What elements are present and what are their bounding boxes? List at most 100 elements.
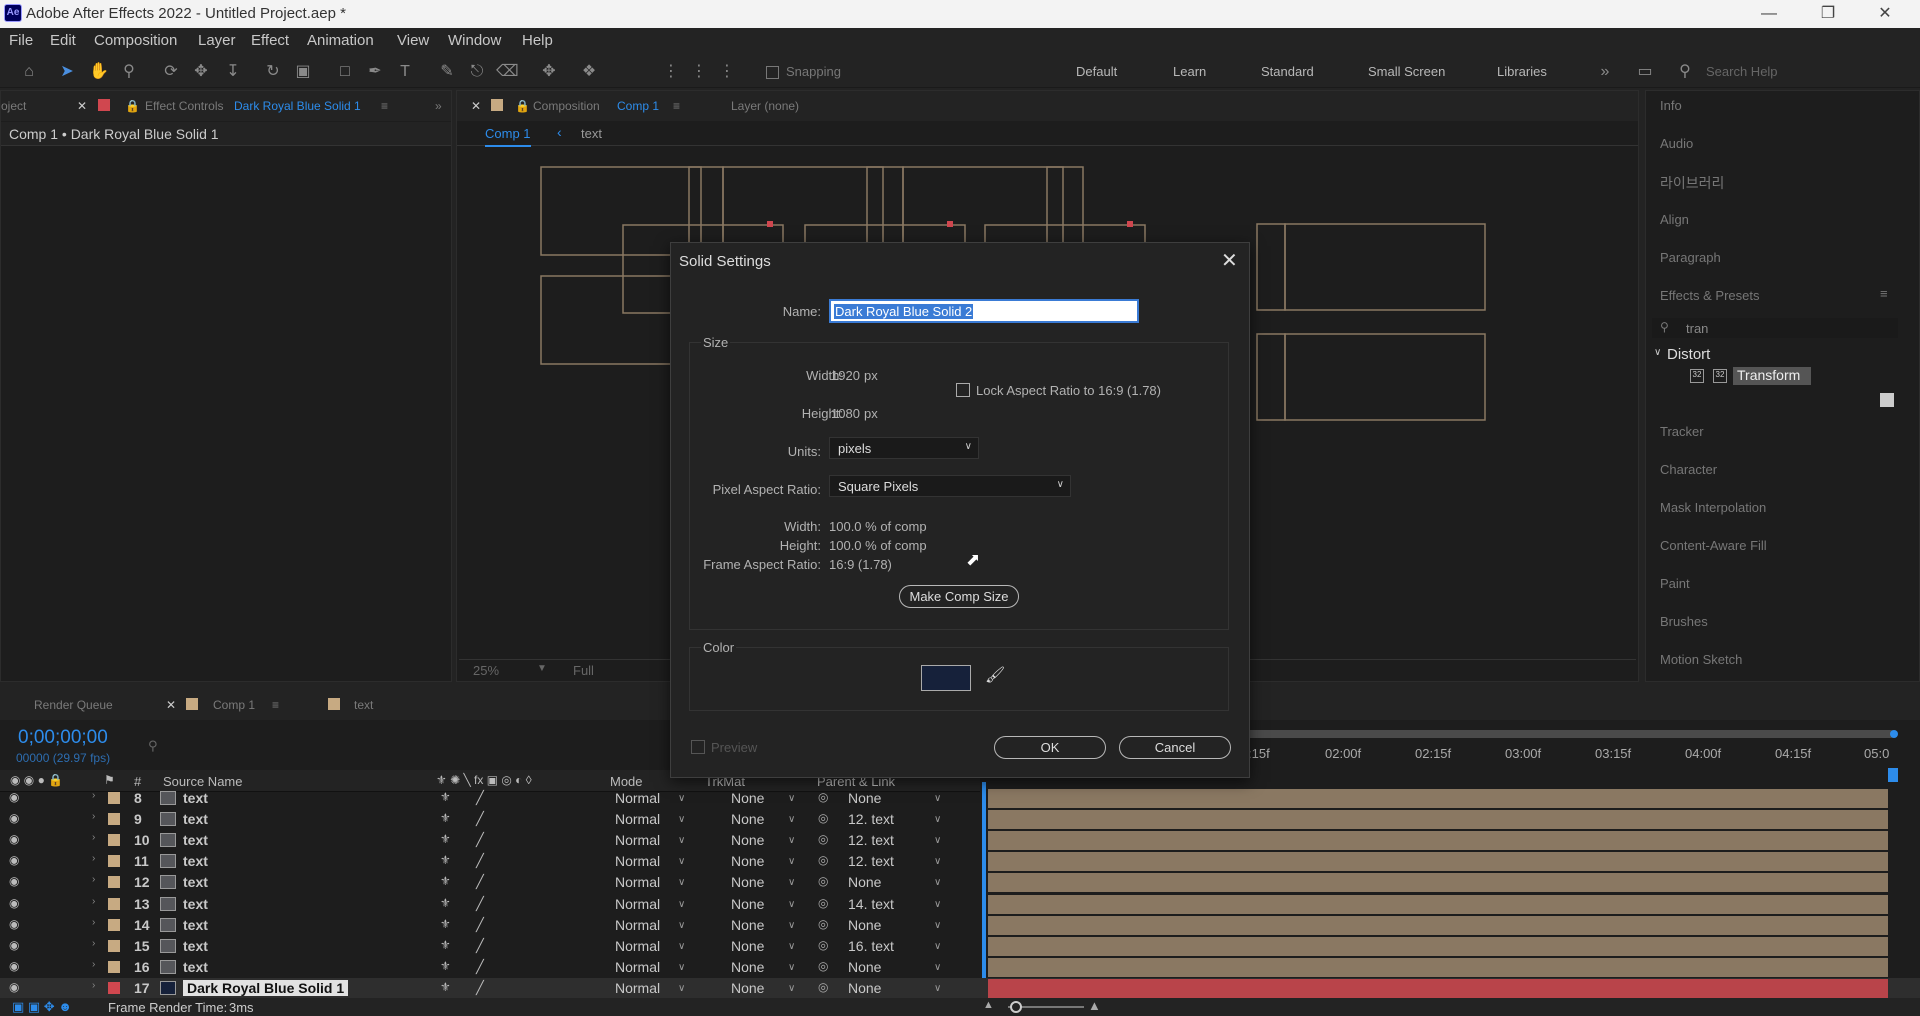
layer-duration-bar[interactable] xyxy=(988,831,1888,851)
panel-mask-interpolation[interactable]: Mask Interpolation xyxy=(1660,500,1766,515)
shy-switch-icon[interactable]: ⚜ xyxy=(440,832,451,846)
footer-toggle-icons[interactable]: ▣ ▣ ✥ ☻ xyxy=(12,999,72,1015)
layer-parent[interactable]: 12. text xyxy=(848,853,894,869)
tab-text[interactable]: text xyxy=(354,698,373,712)
workspace-small-screen[interactable]: Small Screen xyxy=(1368,64,1445,79)
layer-mode[interactable]: Normal xyxy=(615,980,660,996)
mode-chevron-icon[interactable]: ∨ xyxy=(678,983,685,994)
breadcrumb-comp[interactable]: Comp 1 xyxy=(485,126,531,147)
layer-mode[interactable]: Normal xyxy=(615,959,660,975)
layer-parent[interactable]: 14. text xyxy=(848,896,894,912)
visibility-eye-icon[interactable]: ◉ xyxy=(9,959,19,973)
menu-file[interactable]: File xyxy=(9,32,33,49)
close-timeline-tab-icon[interactable]: ✕ xyxy=(166,698,176,712)
ok-button[interactable]: OK xyxy=(994,736,1106,759)
expand-arrow-icon[interactable]: › xyxy=(92,938,95,949)
axis-world-icon[interactable]: ⋮ xyxy=(688,61,710,83)
layer-duration-bar[interactable] xyxy=(988,852,1888,872)
trkmat-chevron-icon[interactable]: ∨ xyxy=(788,962,795,973)
quality-switch-icon[interactable]: ╱ xyxy=(476,853,484,869)
layer-label-color[interactable] xyxy=(108,918,120,931)
panel-libraries-ko[interactable]: 라이브러리 xyxy=(1660,173,1724,193)
minimize-icon[interactable]: — xyxy=(1746,2,1792,26)
panel-align[interactable]: Align xyxy=(1660,212,1689,227)
pickwhip-icon[interactable]: ◎ xyxy=(818,853,828,867)
cancel-button[interactable]: Cancel xyxy=(1119,736,1231,759)
close-icon[interactable]: ✕ xyxy=(1862,2,1908,26)
layer-trkmat[interactable]: None xyxy=(731,896,764,912)
roto-brush-icon[interactable]: ✥ xyxy=(538,61,560,83)
make-comp-size-button[interactable]: Make Comp Size xyxy=(899,585,1019,608)
parent-chevron-icon[interactable]: ∨ xyxy=(934,899,941,910)
panel-paragraph[interactable]: Paragraph xyxy=(1660,250,1721,265)
tree-item-transform[interactable]: Transform xyxy=(1733,367,1811,385)
timeline-menu-icon[interactable]: ≡ xyxy=(272,698,279,712)
height-value[interactable]: 1080 xyxy=(831,406,860,421)
panel-layout-icon[interactable]: ▭ xyxy=(1634,61,1656,83)
layer-name[interactable]: text xyxy=(183,874,208,890)
zoom-in-icon[interactable]: ▲ xyxy=(1088,998,1101,1013)
table-row[interactable]: ◉ › 13 text ⚜ ╱ Normal ∨ None ∨ ◎ 14. text ∨ xyxy=(0,894,1920,915)
layer-mode[interactable]: Normal xyxy=(615,938,660,954)
puppet-pin-icon[interactable]: ❖ xyxy=(578,61,600,83)
pan-behind-tool-icon[interactable]: ▣ xyxy=(292,61,314,83)
menu-effect[interactable]: Effect xyxy=(251,32,289,49)
table-row[interactable]: ◉ › 9 text ⚜ ╱ Normal ∨ None ∨ ◎ 12. text ∨ xyxy=(0,809,1920,830)
workspace-default[interactable]: Default xyxy=(1076,64,1117,79)
mode-chevron-icon[interactable]: ∨ xyxy=(678,877,685,888)
project-tab[interactable]: oject xyxy=(1,99,26,113)
clone-stamp-icon[interactable]: ⎋ xyxy=(466,61,488,83)
new-folder-icon[interactable] xyxy=(1880,393,1894,407)
layer-label-color[interactable] xyxy=(108,897,120,910)
layer-mode[interactable]: Normal xyxy=(615,853,660,869)
color-swatch[interactable] xyxy=(921,665,971,691)
resolution-select[interactable]: Full xyxy=(573,663,594,678)
trkmat-chevron-icon[interactable]: ∨ xyxy=(788,941,795,952)
parent-chevron-icon[interactable]: ∨ xyxy=(934,877,941,888)
expand-arrow-icon[interactable]: › xyxy=(92,896,95,907)
layer-duration-bar[interactable] xyxy=(988,810,1888,830)
expand-arrow-icon[interactable]: › xyxy=(92,790,95,801)
expand-arrow-icon[interactable]: › xyxy=(92,853,95,864)
layer-name[interactable]: text xyxy=(183,853,208,869)
layer-name[interactable]: text xyxy=(183,959,208,975)
layer-duration-bar[interactable] xyxy=(988,915,1888,935)
table-row[interactable]: ◉ › 12 text ⚜ ╱ Normal ∨ None ∨ ◎ None ∨ xyxy=(0,872,1920,893)
visibility-eye-icon[interactable]: ◉ xyxy=(9,874,19,888)
table-row[interactable]: ◉ › 14 text ⚜ ╱ Normal ∨ None ∨ ◎ None ∨ xyxy=(0,915,1920,936)
layer-trkmat[interactable]: None xyxy=(731,917,764,933)
layer-label-color[interactable] xyxy=(108,813,120,826)
effect-controls-tab-layer[interactable]: Dark Royal Blue Solid 1 xyxy=(234,99,361,113)
menu-edit[interactable]: Edit xyxy=(50,32,76,49)
home-icon[interactable]: ⌂ xyxy=(18,61,40,83)
layer-name[interactable]: text xyxy=(183,938,208,954)
lock-aspect-checkbox[interactable] xyxy=(956,383,970,397)
units-select[interactable]: pixels ∨ xyxy=(829,437,979,459)
layer-name[interactable]: Dark Royal Blue Solid 1 xyxy=(183,979,349,996)
brush-tool-icon[interactable]: ✎ xyxy=(436,61,458,83)
dolly-camera-icon[interactable]: ↧ xyxy=(222,61,244,83)
shy-switch-icon[interactable]: ⚜ xyxy=(440,917,451,931)
shy-switch-icon[interactable]: ⚜ xyxy=(440,874,451,888)
layer-parent[interactable]: None xyxy=(848,980,881,996)
layer-label-color[interactable] xyxy=(108,855,120,868)
layer-tab[interactable]: Layer (none) xyxy=(731,99,799,113)
panel-effects-presets[interactable]: Effects & Presets xyxy=(1660,288,1759,303)
snapping-checkbox[interactable] xyxy=(766,66,779,79)
parent-chevron-icon[interactable]: ∨ xyxy=(934,835,941,846)
quality-switch-icon[interactable]: ╱ xyxy=(476,917,484,933)
layer-mode[interactable]: Normal xyxy=(615,896,660,912)
visibility-eye-icon[interactable]: ◉ xyxy=(9,853,19,867)
panel-content-aware-fill[interactable]: Content-Aware Fill xyxy=(1660,538,1767,553)
expand-arrow-icon[interactable]: › xyxy=(92,917,95,928)
quality-switch-icon[interactable]: ╱ xyxy=(476,938,484,954)
workspace-libraries[interactable]: Libraries xyxy=(1497,64,1547,79)
table-row[interactable]: ◉ › 16 text ⚜ ╱ Normal ∨ None ∨ ◎ None ∨ xyxy=(0,957,1920,978)
layer-label-color[interactable] xyxy=(108,960,120,973)
mode-chevron-icon[interactable]: ∨ xyxy=(678,920,685,931)
comp-panel-menu-icon[interactable]: ≡ xyxy=(673,99,680,113)
effects-search-input[interactable]: ⚲ tran xyxy=(1652,318,1898,338)
layer-duration-bar[interactable] xyxy=(988,936,1888,956)
tree-group-distort[interactable]: Distort xyxy=(1667,346,1710,363)
trkmat-chevron-icon[interactable]: ∨ xyxy=(788,920,795,931)
